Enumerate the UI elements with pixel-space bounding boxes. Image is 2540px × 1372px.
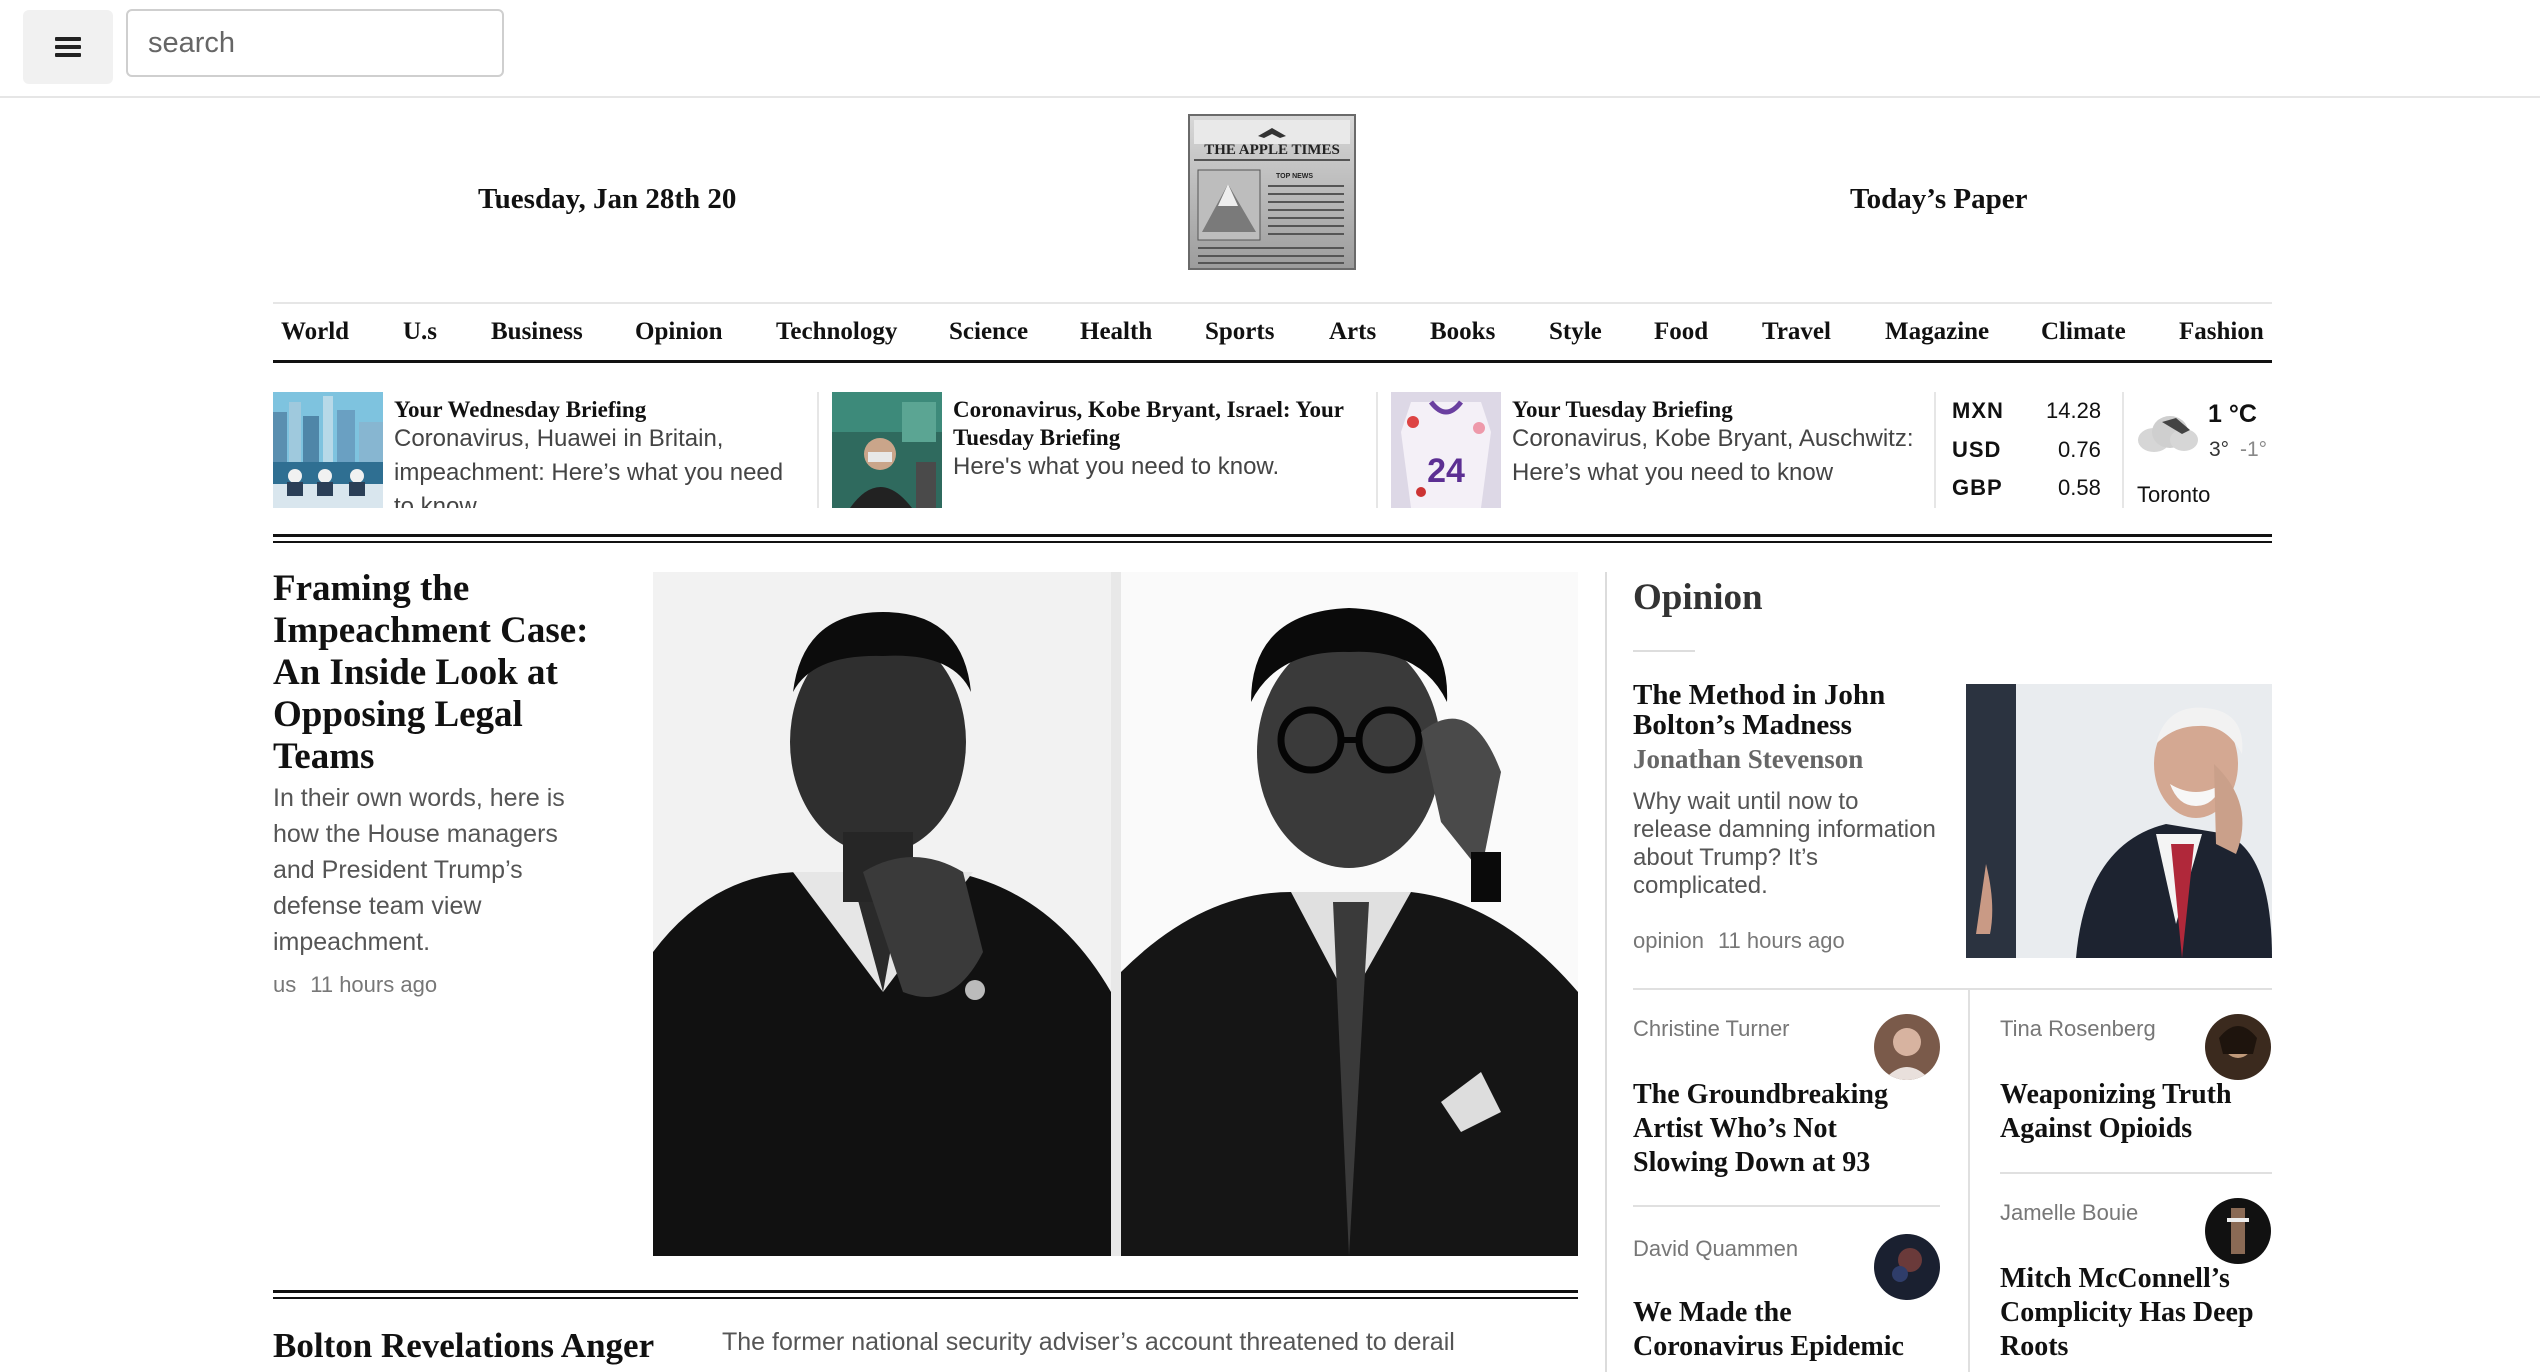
newspaper-logo[interactable]: THE APPLE TIMES TOP NEWS	[1188, 114, 1356, 270]
story-summary: The former national security adviser’s a…	[722, 1328, 1455, 1356]
lead-photo-left[interactable]	[653, 572, 1111, 1256]
masthead-date: Tuesday, Jan 28th 20	[478, 183, 737, 215]
divider	[1376, 392, 1378, 508]
currency-code: GBP	[1952, 475, 2003, 500]
weather-low: -1°	[2240, 438, 2268, 461]
section-rule	[273, 541, 2272, 543]
opinion-heading[interactable]: Opinion	[1633, 576, 1763, 619]
opinion-author: Jamelle Bouie	[2000, 1200, 2139, 1225]
opinion-rule	[1633, 1205, 1940, 1207]
briefing-item[interactable]: Coronavirus, Kobe Bryant, Israel: Your T…	[832, 392, 1372, 508]
hamburger-icon	[55, 33, 81, 61]
section-nav: World U.s Business Opinion Technology Sc…	[273, 302, 2272, 363]
briefing-title: Your Tuesday Briefing	[1512, 397, 1733, 422]
lead-time: 11 hours ago	[310, 972, 438, 997]
opinion-featured-time: 11 hours ago	[1717, 928, 1845, 953]
logo-text: THE APPLE TIMES	[1204, 142, 1340, 158]
nav-magazine[interactable]: Magazine	[1885, 318, 1989, 346]
lead-headline[interactable]: Framing the Impeachment Case: An Inside …	[273, 568, 603, 778]
story-headline[interactable]: Bolton Revelations Anger	[273, 1326, 654, 1366]
lead-summary: In their own words, here is how the Hous…	[273, 784, 565, 956]
todays-paper-link[interactable]: Today’s Paper	[1850, 183, 2028, 216]
lead-meta: us 11 hours ago	[273, 972, 451, 998]
author-avatar	[1874, 1014, 1940, 1080]
briefing-desc: Here's what you need to know.	[953, 453, 1280, 480]
briefing-thumbnail	[832, 392, 942, 508]
weather-temp: 1 °C	[2208, 400, 2257, 428]
opinion-featured-photo[interactable]	[1966, 684, 2272, 958]
nav-climate[interactable]: Climate	[2041, 318, 2126, 346]
svg-text:24: 24	[1427, 452, 1465, 490]
nav-books[interactable]: Books	[1430, 318, 1495, 346]
divider	[1934, 392, 1936, 508]
opinion-rule	[2000, 1172, 2272, 1174]
menu-button[interactable]	[23, 10, 113, 84]
nav-business[interactable]: Business	[491, 318, 583, 346]
opinion-headline[interactable]: Mitch McConnell’s Complicity Has Deep Ro…	[2000, 1262, 2272, 1364]
briefing-desc: Coronavirus, Kobe Bryant, Auschwitz: Her…	[1512, 425, 1914, 486]
currency-code: USD	[1952, 437, 2002, 462]
nav-food[interactable]: Food	[1654, 318, 1708, 346]
search-input[interactable]	[126, 9, 504, 77]
briefing-title: Coronavirus, Kobe Bryant, Israel: Your T…	[953, 397, 1344, 450]
briefing-title: Your Wednesday Briefing	[394, 397, 647, 422]
opinion-author: David Quammen	[1633, 1236, 1799, 1261]
author-avatar	[2205, 1014, 2271, 1080]
lead-photo-right[interactable]	[1121, 572, 1578, 1256]
nav-sports[interactable]: Sports	[1205, 318, 1274, 346]
opinion-featured-headline[interactable]: The Method in John Bolton’s Madness	[1633, 680, 1933, 740]
nav-health[interactable]: Health	[1080, 318, 1152, 346]
opinion-rule	[1633, 988, 2272, 990]
logo-subtext: TOP NEWS	[1276, 173, 1313, 180]
nav-style[interactable]: Style	[1549, 318, 1602, 346]
briefing-item[interactable]: 24 Your Tuesday Briefing Coronavirus, Ko…	[1391, 392, 1931, 508]
currency-value: 0.58	[2058, 475, 2101, 500]
opinion-heading-rule	[1633, 650, 1695, 652]
opinion-divider	[1605, 572, 1607, 1372]
lead-section[interactable]: us	[273, 972, 296, 997]
opinion-author: Christine Turner	[1633, 1016, 1790, 1041]
nav-science[interactable]: Science	[949, 318, 1028, 346]
nav-us[interactable]: U.s	[403, 318, 437, 346]
nav-opinion[interactable]: Opinion	[635, 318, 723, 346]
opinion-featured-section[interactable]: opinion	[1633, 928, 1704, 953]
currency-value: 0.76	[2058, 437, 2101, 462]
section-rule	[273, 1297, 1578, 1299]
nav-technology[interactable]: Technology	[776, 318, 897, 346]
opinion-featured-author: Jonathan Stevenson	[1633, 744, 1864, 774]
nav-travel[interactable]: Travel	[1762, 318, 1831, 346]
currency-value: 14.28	[2046, 398, 2102, 423]
divider	[817, 392, 819, 508]
section-rule	[273, 534, 2272, 537]
opinion-column-divider	[1968, 990, 1970, 1372]
weather-city: Toronto	[2137, 482, 2211, 507]
briefing-item[interactable]: Your Wednesday Briefing Coronavirus, Hua…	[273, 392, 813, 508]
opinion-featured-meta: opinion 11 hours ago	[1633, 928, 1859, 954]
author-avatar	[2205, 1198, 2271, 1264]
opinion-featured-summary: Why wait until now to release damning in…	[1633, 788, 1936, 899]
opinion-headline[interactable]: Weaponizing Truth Against Opioids	[2000, 1078, 2272, 1146]
nav-fashion[interactable]: Fashion	[2179, 318, 2264, 346]
briefing-desc: Coronavirus, Huawei in Britain, impeachm…	[394, 425, 784, 508]
opinion-headline[interactable]: We Made the Coronavirus Epidemic	[1633, 1296, 1933, 1364]
cloud-icon	[2132, 408, 2202, 459]
briefing-thumbnail	[273, 392, 383, 508]
photo-divider	[1111, 572, 1121, 1256]
divider	[2122, 392, 2124, 508]
section-rule	[273, 1290, 1578, 1293]
opinion-author: Tina Rosenberg	[2000, 1016, 2156, 1041]
opinion-headline[interactable]: The Groundbreaking Artist Who’s Not Slow…	[1633, 1078, 1933, 1180]
nav-arts[interactable]: Arts	[1329, 318, 1376, 346]
author-avatar	[1874, 1234, 1940, 1300]
weather-high: 3°	[2209, 438, 2230, 461]
currency-code: MXN	[1952, 398, 2004, 423]
briefing-thumbnail: 24	[1391, 392, 1501, 508]
nav-world[interactable]: World	[281, 318, 349, 346]
top-bar	[0, 0, 2540, 98]
